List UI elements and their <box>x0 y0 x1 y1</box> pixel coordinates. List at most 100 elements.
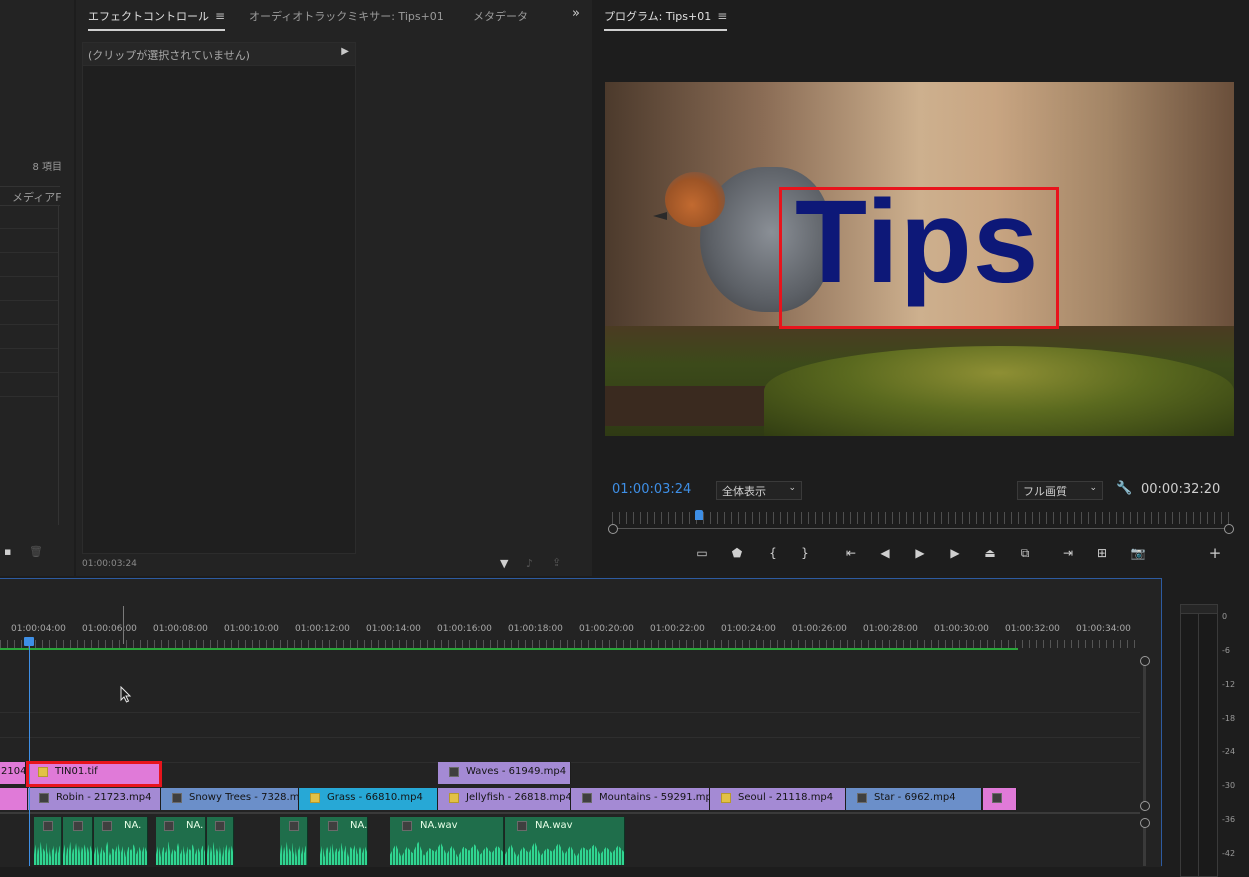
more-panels-icon[interactable]: » <box>572 6 580 21</box>
filter-icon[interactable]: ▼ <box>500 557 508 570</box>
audio-clip[interactable]: NA. <box>94 817 148 865</box>
audio-scroll-handle-top[interactable] <box>1140 818 1150 828</box>
playback-quality-select[interactable]: フル画質 ⌄ <box>1017 481 1103 500</box>
new-item-icon[interactable]: ▪ <box>4 545 11 558</box>
add-marker-icon[interactable]: ⬟ <box>728 546 746 560</box>
ruler-label: 01:00:28:00 <box>863 624 918 634</box>
add-button-icon[interactable]: + <box>1206 544 1224 562</box>
zoom-bar-start-handle[interactable] <box>608 524 618 534</box>
meter-label: -6 <box>1222 646 1230 655</box>
tab-effect-controls[interactable]: エフェクトコントロール ≡ <box>88 8 226 31</box>
tab-audio-track-mixer[interactable]: オーディオトラックミキサー: Tips+01 <box>249 8 444 24</box>
fx-icon <box>102 821 112 831</box>
go-to-in-icon[interactable]: ⇤ <box>842 546 860 560</box>
timeline-clip[interactable]: Grass - 66810.mp4 <box>299 788 438 810</box>
list-item[interactable] <box>0 301 58 325</box>
audio-clip[interactable] <box>34 817 62 865</box>
trash-icon[interactable]: 🗑 <box>29 545 43 558</box>
video-robin-head <box>665 172 725 227</box>
program-duration: 00:00:32:20 <box>1141 482 1221 497</box>
play-icon[interactable]: ▶ <box>911 546 929 560</box>
scroll-handle-top[interactable] <box>1140 656 1150 666</box>
timeline-playhead-line <box>29 640 30 866</box>
zoom-bar-end-handle[interactable] <box>1224 524 1234 534</box>
go-to-out-icon[interactable]: ⇥ <box>1059 546 1077 560</box>
column-media-label: メディアF <box>12 191 62 204</box>
export-icon[interactable]: ⇪ <box>552 556 561 569</box>
audio-clip[interactable] <box>63 817 93 865</box>
audio-clip[interactable]: NA. <box>320 817 368 865</box>
program-time-ruler[interactable] <box>612 512 1230 524</box>
list-item[interactable] <box>0 253 58 277</box>
fx-icon <box>992 793 1002 803</box>
timeline-focus-border <box>1161 578 1162 866</box>
timeline-clip[interactable] <box>983 788 1017 810</box>
ruler-label: 01:00:20:00 <box>579 624 634 634</box>
step-forward-icon[interactable]: ▶︎ <box>946 546 964 560</box>
project-list <box>0 205 59 525</box>
timeline-clip[interactable]: Waves - 61949.mp4 <box>438 762 571 784</box>
timeline-vertical-scrollbar[interactable] <box>1143 664 1146 804</box>
panel-menu-icon[interactable]: ≡ <box>215 9 225 23</box>
track-divider <box>0 712 1140 713</box>
audio-clip[interactable]: NA.wav <box>390 817 504 865</box>
ruler-label: 01:00:22:00 <box>650 624 705 634</box>
timeline-clip[interactable]: Robin - 21723.mp4 <box>28 788 161 810</box>
panel-menu-icon[interactable]: ≡ <box>717 9 727 23</box>
ruler-label: 01:00:12:00 <box>295 624 350 634</box>
program-current-timecode[interactable]: 01:00:03:24 <box>612 482 691 497</box>
audio-clip[interactable]: NA.wav <box>505 817 625 865</box>
project-column-header[interactable]: メディアF <box>0 186 62 206</box>
fx-icon <box>172 793 182 803</box>
tab-program-monitor[interactable]: プログラム: Tips+01 ≡ <box>604 8 728 31</box>
ruler-label: 01:00:08:00 <box>153 624 208 634</box>
program-zoom-bar[interactable] <box>612 528 1230 529</box>
list-item[interactable] <box>0 205 58 229</box>
timeline-clip[interactable]: Mountains - 59291.mp4 <box>571 788 710 810</box>
fx-icon <box>164 821 174 831</box>
audio-clip[interactable] <box>280 817 308 865</box>
fx-icon <box>449 793 459 803</box>
wrench-settings-icon[interactable]: 🔧 <box>1116 481 1132 496</box>
step-back-icon[interactable]: ◀︎ <box>876 546 894 560</box>
ruler-label: 01:00:10:00 <box>224 624 279 634</box>
zoom-level-select[interactable]: 全体表示 ⌄ <box>716 481 802 500</box>
mark-in-icon[interactable]: { <box>764 546 782 560</box>
timeline-clip[interactable]: Snowy Trees - 7328.mp <box>161 788 299 810</box>
timeline-clip[interactable]: Seoul - 21118.mp4 <box>710 788 846 810</box>
list-item[interactable] <box>0 277 58 301</box>
compare-view-icon[interactable]: ⊞ <box>1093 546 1111 560</box>
fx-icon <box>517 821 527 831</box>
extract-icon[interactable]: ⧉ <box>1016 546 1034 561</box>
timeline-ruler[interactable] <box>0 640 1140 648</box>
list-item[interactable] <box>0 325 58 349</box>
audio-meter-panel <box>1163 578 1249 877</box>
timeline-clip[interactable]: Jellyfish - 26818.mp4 <box>438 788 571 810</box>
list-item[interactable] <box>0 349 58 373</box>
list-item[interactable] <box>0 373 58 397</box>
timeline-playhead[interactable] <box>24 637 34 646</box>
lift-icon[interactable]: ⏏ <box>981 546 999 560</box>
audio-clip[interactable] <box>207 817 234 865</box>
play-triangle-icon[interactable]: ▶ <box>341 46 349 57</box>
camera-icon[interactable]: 📷 <box>1129 546 1147 560</box>
list-item[interactable] <box>0 229 58 253</box>
fx-icon <box>43 821 53 831</box>
mark-out-icon[interactable]: } <box>796 546 814 560</box>
ruler-label: 01:00:14:00 <box>366 624 421 634</box>
program-playhead[interactable] <box>694 510 703 520</box>
audio-clip[interactable]: NA. <box>156 817 206 865</box>
scroll-handle-bottom[interactable] <box>1140 801 1150 811</box>
fx-icon <box>215 821 225 831</box>
timeline-clip[interactable] <box>0 788 28 810</box>
clip-header: (クリップが選択されていません) ▶ <box>83 43 355 66</box>
timeline-clip[interactable]: 2104 <box>0 762 26 784</box>
video-audio-divider <box>0 812 1140 814</box>
render-bar <box>0 648 1018 650</box>
audio-vertical-scrollbar[interactable] <box>1143 826 1146 866</box>
mouse-pointer-icon <box>120 686 132 703</box>
tab-metadata[interactable]: メタデータ <box>473 8 528 24</box>
audio-only-icon[interactable]: ♪ <box>526 557 533 570</box>
timeline-clip[interactable]: Star - 6962.mp4 <box>846 788 982 810</box>
safe-margins-icon[interactable]: ▭ <box>693 546 711 560</box>
